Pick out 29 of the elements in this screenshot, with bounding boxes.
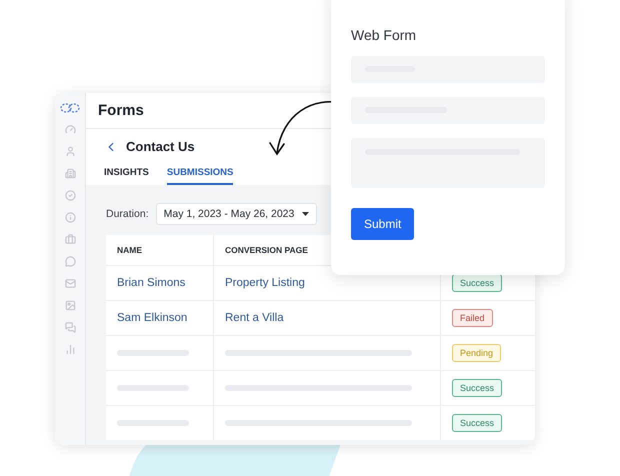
status-badge: Pending [452,344,502,362]
status-badge: Failed [452,309,493,327]
app-title: Forms [98,102,144,119]
image-icon[interactable] [64,300,76,311]
caret-icon [302,212,310,216]
form-title: Web Form [351,27,418,43]
date-range-dropdown[interactable]: May 1, 2023 - May 26, 2023 [156,203,318,225]
check-circle-icon[interactable] [64,190,76,201]
user-icon[interactable] [64,146,76,157]
bar-chart-icon[interactable] [64,344,76,355]
duration-label: Duration: [106,208,149,220]
info-icon[interactable] [64,212,76,223]
status-badge: Success [452,414,502,432]
messages-icon[interactable] [64,322,76,333]
building-icon[interactable] [64,168,76,179]
gauge-icon[interactable] [64,124,76,135]
column-header: NAME [106,235,214,265]
table-cell: Rent a Villa [214,300,441,335]
chat-icon[interactable] [64,256,76,267]
status-badge: Success [452,379,502,397]
page-title: Contact Us [126,139,195,154]
mail-icon[interactable] [64,278,76,289]
status-badge: Success [452,274,502,292]
briefcase-icon[interactable] [64,234,76,245]
table-cell: Sam Elkinson [106,300,214,335]
table-cell: Brian Simons [106,265,214,300]
tab[interactable]: INSIGHTS [104,167,149,185]
logo-icon [60,103,80,113]
submit-button[interactable]: Submit [351,208,414,240]
